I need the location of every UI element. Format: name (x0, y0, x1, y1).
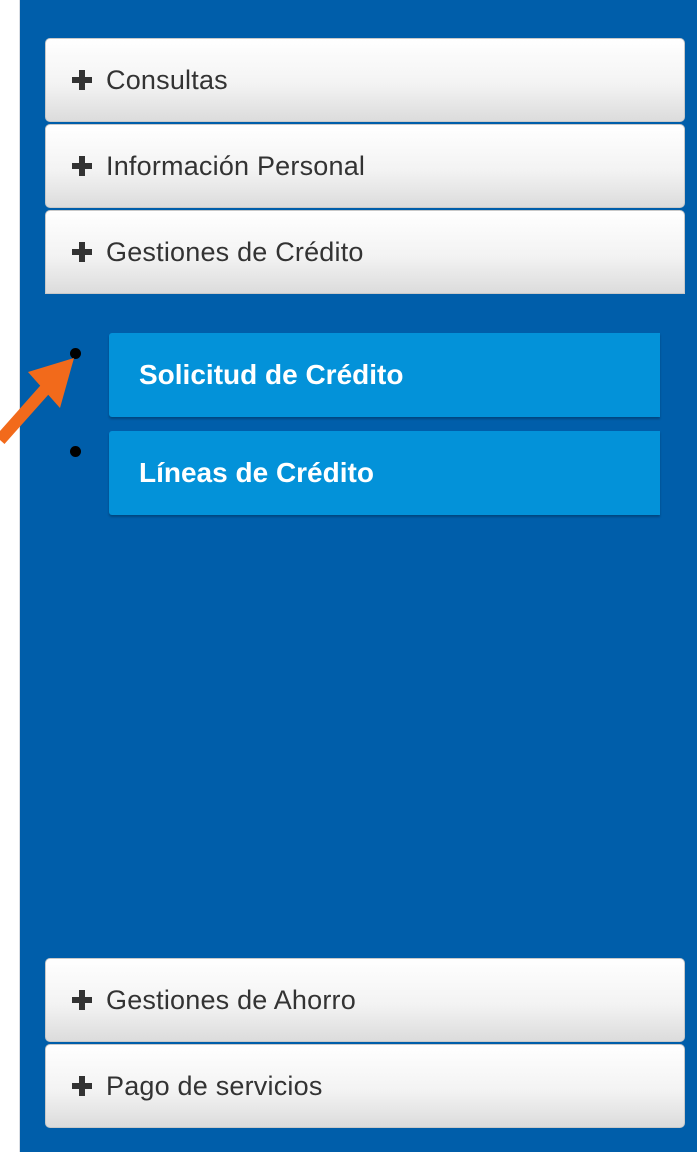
submenu-row: Líneas de Crédito (0, 428, 697, 526)
submenu-item-label: Solicitud de Crédito (139, 359, 404, 390)
menu-item-label: Pago de servicios (106, 1070, 323, 1101)
plus-icon (72, 70, 92, 90)
plus-icon (72, 1076, 92, 1096)
plus-icon (72, 242, 92, 262)
menu-item-gestiones-de-ahorro[interactable]: Gestiones de Ahorro (45, 958, 685, 1042)
submenu-item-solicitud-de-credito[interactable]: Solicitud de Crédito (109, 333, 660, 417)
menu-item-consultas[interactable]: Consultas (45, 38, 685, 122)
accordion-top-group: Consultas Información Personal Gestiones… (45, 38, 685, 296)
menu-item-label: Información Personal (106, 150, 366, 181)
accordion-bottom-group: Gestiones de Ahorro Pago de servicios (45, 958, 685, 1130)
orange-arrow-icon (0, 358, 74, 444)
submenu-item-label: Líneas de Crédito (139, 457, 374, 488)
credit-submenu: Solicitud de Crédito Líneas de Crédito (0, 330, 697, 526)
menu-item-informacion-personal[interactable]: Información Personal (45, 124, 685, 208)
submenu-item-lineas-de-credito[interactable]: Líneas de Crédito (109, 431, 660, 515)
menu-item-gestiones-de-credito[interactable]: Gestiones de Crédito (45, 210, 685, 294)
plus-icon (72, 990, 92, 1010)
menu-item-label: Consultas (106, 64, 228, 95)
menu-item-label: Gestiones de Ahorro (106, 984, 356, 1015)
menu-item-pago-de-servicios[interactable]: Pago de servicios (45, 1044, 685, 1128)
submenu-row: Solicitud de Crédito (0, 330, 697, 428)
menu-item-label: Gestiones de Crédito (106, 236, 364, 267)
plus-icon (72, 156, 92, 176)
